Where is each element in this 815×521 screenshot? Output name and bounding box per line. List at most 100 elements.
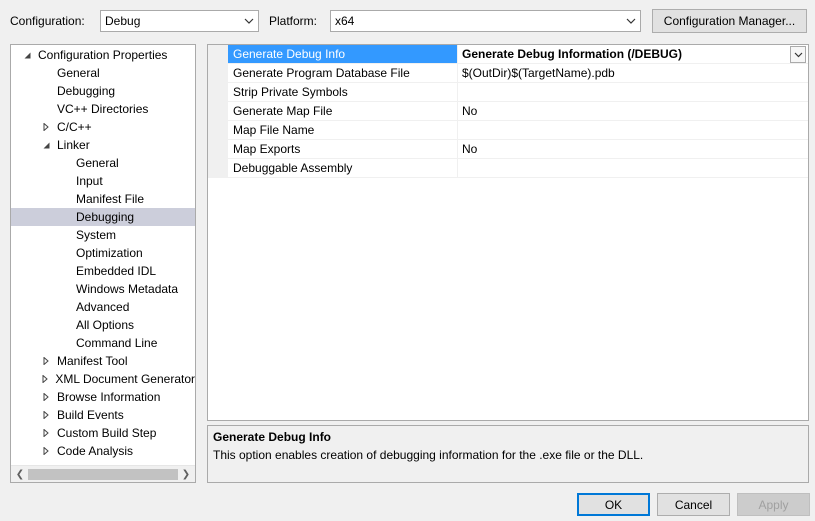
tree-item-label: General (76, 156, 119, 170)
tree-item[interactable]: All Options (11, 316, 195, 334)
property-value[interactable]: No (458, 102, 808, 121)
property-value[interactable] (458, 83, 808, 102)
tree-item[interactable]: C/C++ (11, 118, 195, 136)
tree-item-label: Linker (57, 138, 90, 152)
triangle-right-icon[interactable] (39, 123, 53, 131)
tree-item-label: System (76, 228, 117, 242)
tree-item-label: VC++ Directories (57, 102, 149, 116)
description-text: This option enables creation of debuggin… (213, 448, 644, 462)
property-name[interactable]: Map File Name (228, 121, 458, 140)
triangle-down-icon[interactable] (39, 142, 53, 149)
tree-item-label: Debugging (76, 210, 135, 224)
tree-item[interactable]: General (11, 154, 195, 172)
apply-button[interactable]: Apply (737, 493, 810, 516)
tree-item-label: Code Analysis (57, 444, 134, 458)
property-row[interactable]: Strip Private Symbols (208, 83, 808, 102)
property-tree: Configuration Properties General Debugging… (10, 44, 196, 483)
tree-item[interactable]: Manifest File (11, 190, 195, 208)
property-row[interactable]: Generate Debug Info Generate Debug Inform… (208, 45, 808, 64)
property-value[interactable] (458, 159, 808, 178)
scrollbar-thumb[interactable] (28, 469, 178, 480)
property-name[interactable]: Strip Private Symbols (228, 83, 458, 102)
tree-item-label: Optimization (76, 246, 143, 260)
platform-label: Platform: (269, 14, 318, 28)
chevron-down-icon (622, 11, 640, 31)
triangle-down-icon[interactable] (20, 52, 34, 59)
triangle-right-icon[interactable] (39, 375, 51, 383)
tree-item-label: Input (76, 174, 103, 188)
tree-item-label: Manifest Tool (57, 354, 128, 368)
property-value[interactable]: No (458, 140, 808, 159)
tree-item-label: Embedded IDL (76, 264, 157, 278)
tree-item[interactable]: Custom Build Step (11, 424, 195, 442)
tree-item[interactable]: Input (11, 172, 195, 190)
scroll-right-icon[interactable]: ❯ (178, 467, 194, 482)
description-title: Generate Debug Info (213, 430, 332, 444)
tree-item-label: Debugging (57, 84, 116, 98)
tree-item-label: All Options (76, 318, 135, 332)
chevron-down-icon (240, 11, 258, 31)
platform-value: x64 (335, 14, 355, 28)
tree-item[interactable]: Manifest Tool (11, 352, 195, 370)
tree-item-label: General (57, 66, 100, 80)
tree-item[interactable]: Optimization (11, 244, 195, 262)
property-row[interactable]: Generate Map File No (208, 102, 808, 121)
tree-item-label: Configuration Properties (38, 48, 168, 62)
property-name[interactable]: Map Exports (228, 140, 458, 159)
tree-item[interactable]: Browse Information (11, 388, 195, 406)
property-name[interactable]: Generate Debug Info (228, 45, 458, 64)
configuration-manager-button[interactable]: Configuration Manager... (652, 9, 807, 33)
tree-item[interactable]: Windows Metadata (11, 280, 195, 298)
row-gutter (208, 121, 228, 140)
triangle-right-icon[interactable] (39, 411, 53, 419)
property-row[interactable]: Debuggable Assembly (208, 159, 808, 178)
property-row[interactable]: Generate Program Database File $(OutDir)$… (208, 64, 808, 83)
tree-item-label: Windows Metadata (76, 282, 179, 296)
tree-item-label: Advanced (76, 300, 130, 314)
tree-item[interactable]: Command Line (11, 334, 195, 352)
property-name[interactable]: Generate Map File (228, 102, 458, 121)
tree-item[interactable]: System (11, 226, 195, 244)
platform-select[interactable]: x64 (330, 10, 641, 32)
property-value[interactable] (458, 121, 808, 140)
tree-item[interactable]: XML Document Generator (11, 370, 195, 388)
chevron-down-icon[interactable] (790, 46, 806, 63)
tree-item-label: Manifest File (76, 192, 145, 206)
triangle-right-icon[interactable] (39, 429, 53, 437)
tree-item[interactable]: VC++ Directories (11, 100, 195, 118)
property-value[interactable]: Generate Debug Information (/DEBUG) (458, 45, 808, 64)
tree-item-label: XML Document Generator (55, 372, 195, 386)
tree-item-label: C/C++ (57, 120, 92, 134)
configuration-select[interactable]: Debug (100, 10, 259, 32)
tree-item[interactable]: Code Analysis (11, 442, 195, 460)
horizontal-scrollbar[interactable]: ❮ ❯ (11, 465, 195, 482)
property-row[interactable]: Map Exports No (208, 140, 808, 159)
row-gutter (208, 140, 228, 159)
tree-item-label: Build Events (57, 408, 124, 422)
triangle-right-icon[interactable] (39, 447, 53, 455)
tree-item[interactable]: Linker (11, 136, 195, 154)
tree-item-label: Command Line (76, 336, 158, 350)
scroll-left-icon[interactable]: ❮ (12, 467, 28, 482)
row-gutter (208, 45, 228, 64)
property-value[interactable]: $(OutDir)$(TargetName).pdb (458, 64, 808, 83)
property-name[interactable]: Debuggable Assembly (228, 159, 458, 178)
row-gutter (208, 159, 228, 178)
tree-item[interactable]: Configuration Properties (11, 46, 195, 64)
description-panel: Generate Debug Info This option enables … (207, 425, 809, 483)
tree-item[interactable]: Debugging (11, 208, 195, 226)
cancel-button[interactable]: Cancel (657, 493, 730, 516)
tree-item[interactable]: Build Events (11, 406, 195, 424)
tree-item[interactable]: General (11, 64, 195, 82)
triangle-right-icon[interactable] (39, 357, 53, 365)
triangle-right-icon[interactable] (39, 393, 53, 401)
tree-item-label: Custom Build Step (57, 426, 157, 440)
tree-item-label: Browse Information (57, 390, 161, 404)
configuration-label: Configuration: (10, 14, 85, 28)
tree-item[interactable]: Debugging (11, 82, 195, 100)
tree-item[interactable]: Advanced (11, 298, 195, 316)
property-name[interactable]: Generate Program Database File (228, 64, 458, 83)
property-row[interactable]: Map File Name (208, 121, 808, 140)
ok-button[interactable]: OK (577, 493, 650, 516)
tree-item[interactable]: Embedded IDL (11, 262, 195, 280)
